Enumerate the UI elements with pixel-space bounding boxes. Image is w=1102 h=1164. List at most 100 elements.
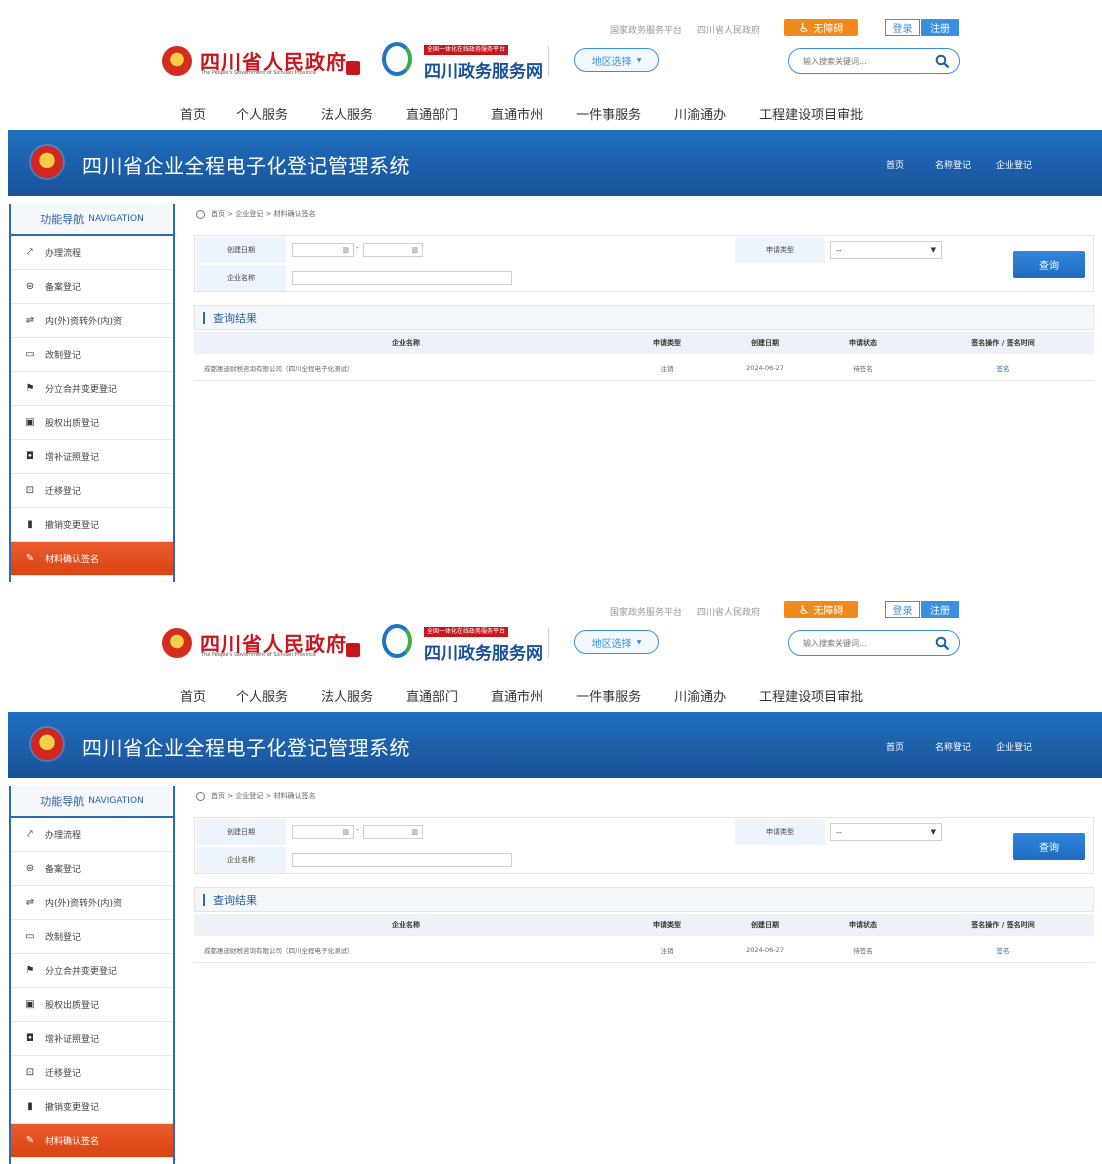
sidebar-item-5[interactable]: ▣ 股权出质登记 [11,406,173,440]
nav-item-departments[interactable]: 直通部门 [406,686,458,705]
sidebar-item-0[interactable]: ⤤ 办理流程 [11,236,173,270]
sidebar-item-3[interactable]: ▭ 改制登记 [11,920,173,954]
sidebar-header: 功能导航 NAVIGATION [11,204,173,236]
breadcrumb-text: 首页 > 企业登记 > 材料确认签名 [211,792,316,800]
nav-item-legal[interactable]: 法人服务 [321,104,373,123]
sidebar-item-7[interactable]: ⊡ 迁移登记 [11,1056,173,1090]
site-search[interactable] [788,48,960,74]
search-icon[interactable] [935,636,949,650]
apply-type-select[interactable]: -- ▼ [830,241,942,259]
nav-item-one-thing[interactable]: 一件事服务 [576,104,641,123]
banner-link-name-registration[interactable]: 名称登记 [935,740,971,753]
nav-item-one-thing[interactable]: 一件事服务 [576,686,641,705]
top-link-national-platform[interactable]: 国家政务服务平台 [610,605,682,618]
date-to-input[interactable]: ▥ [363,243,423,257]
region-select-label: 地区选择 [591,56,632,68]
region-select[interactable]: 地区选择 ▼ [574,630,659,654]
system-title: 四川省企业全程电子化登记管理系统 [82,154,410,178]
nav-item-chuanyu[interactable]: 川渝通办 [674,686,726,705]
banner-link-company-registration[interactable]: 企业登记 [996,158,1032,171]
top-link-province-gov[interactable]: 四川省人民政府 [697,23,760,36]
search-input[interactable] [801,637,925,649]
sidebar-item-label: 撤销变更登记 [45,1103,100,1113]
banner-link-home[interactable]: 首页 [886,740,904,753]
sidebar-item-2[interactable]: ⇌ 内(外)资转外(内)资 [11,304,173,338]
date-separator: - [356,825,359,834]
sidebar-item-1[interactable]: ⊜ 备案登记 [11,270,173,304]
sidebar-item-9[interactable]: ✎ 材料确认签名 [11,542,173,576]
sidebar-item-0[interactable]: ⤤ 办理流程 [11,818,173,852]
region-select[interactable]: 地区选择 ▼ [574,48,659,72]
sidebar-items: ⤤ 办理流程 ⊜ 备案登记 ⇌ 内(外)资转外(内)资 ▭ 改制登记 ⚑ 分立合并变更登记 ▣ 股权出… [11,236,173,576]
banner-link-home[interactable]: 首页 [886,158,904,171]
sidebar-item-9[interactable]: ✎ 材料确认签名 [11,1124,173,1158]
register-button[interactable]: 注册 [921,601,959,618]
col-apply-status: 申请状态 [849,339,877,347]
flag-icon: ⚑ [25,382,35,394]
nav-item-legal[interactable]: 法人服务 [321,686,373,705]
date-from-input[interactable]: ▥ [292,825,354,839]
sidebar-item-4[interactable]: ⚑ 分立合并变更登记 [11,954,173,988]
accessibility-button[interactable]: ♿ 无障碍 [784,601,858,618]
service-title[interactable]: 四川政务服务网 [424,57,543,82]
nav-item-personal[interactable]: 个人服务 [236,104,288,123]
sidebar-item-5[interactable]: ▣ 股权出质登记 [11,988,173,1022]
sidebar-item-4[interactable]: ⚑ 分立合并变更登记 [11,372,173,406]
briefcase-icon: ▣ [25,998,35,1010]
sidebar-item-6[interactable]: ◘ 增补证照登记 [11,440,173,474]
query-button[interactable]: 查询 [1013,833,1085,860]
nav-item-engineering[interactable]: 工程建设项目审批 [759,686,863,705]
row-sign-link[interactable]: 签名 [912,355,1094,380]
system-emblem-icon [31,146,63,178]
calendar-icon[interactable]: ▥ [342,246,349,254]
sidebar-item-7[interactable]: ⊡ 迁移登记 [11,474,173,508]
top-link-province-gov[interactable]: 四川省人民政府 [697,605,760,618]
sidebar-item-3[interactable]: ▭ 改制登记 [11,338,173,372]
banner-link-name-registration[interactable]: 名称登记 [935,158,971,171]
date-to-input[interactable]: ▥ [363,825,423,839]
service-title[interactable]: 四川政务服务网 [424,639,543,664]
calendar-icon[interactable]: ▥ [411,246,418,254]
sidebar-item-label: 分立合并变更登记 [45,385,118,395]
nav-item-personal[interactable]: 个人服务 [236,686,288,705]
company-name-input[interactable] [292,853,512,867]
results-header: 查询结果 [194,887,1094,912]
apply-type-select[interactable]: -- ▼ [830,823,942,841]
sidebar-item-8[interactable]: ▮ 撤销变更登记 [11,1090,173,1124]
nav-item-cities[interactable]: 直通市州 [491,686,543,705]
nav-item-departments[interactable]: 直通部门 [406,104,458,123]
query-button[interactable]: 查询 [1013,251,1085,278]
top-link-national-platform[interactable]: 国家政务服务平台 [610,23,682,36]
login-button[interactable]: 登录 [885,601,920,618]
nav-item-home[interactable]: 首页 [180,104,206,123]
banner-link-company-registration[interactable]: 企业登记 [996,740,1032,753]
calendar-icon[interactable]: ▥ [342,828,349,836]
row-sign-link[interactable]: 签名 [912,937,1094,962]
search-input[interactable] [801,55,925,67]
sidebar: 功能导航 NAVIGATION ⤤ 办理流程 ⊜ 备案登记 ⇌ 内(外)资转外(内)资 ▭ 改… [9,204,175,582]
results-table-head: 企业名称 申请类型 创建日期 申请状态 签名操作 / 签名时间 [194,332,1094,354]
sidebar-item-label: 改制登记 [45,351,82,361]
nav-item-cities[interactable]: 直通市州 [491,104,543,123]
company-name-input[interactable] [292,271,512,285]
search-icon[interactable] [935,54,949,68]
accessibility-button[interactable]: ♿ 无障碍 [784,19,858,36]
date-from-input[interactable]: ▥ [292,243,354,257]
bookmark-icon: ◘ [26,1032,34,1044]
site-search[interactable] [788,630,960,656]
login-button[interactable]: 登录 [885,19,920,36]
header-divider [548,46,549,76]
row-company-name: 成都惠迪财税咨询有限公司（四川全程电子化测试） [204,364,354,373]
nav-item-chuanyu[interactable]: 川渝通办 [674,104,726,123]
register-button[interactable]: 注册 [921,19,959,36]
sidebar-item-6[interactable]: ◘ 增补证照登记 [11,1022,173,1056]
sidebar-item-8[interactable]: ▮ 撤销变更登记 [11,508,173,542]
col-sign-action: 签名操作 / 签名时间 [971,921,1035,929]
nav-item-home[interactable]: 首页 [180,686,206,705]
system-banner: 四川省企业全程电子化登记管理系统 首页 名称登记 企业登记 [8,712,1102,778]
sidebar-item-1[interactable]: ⊜ 备案登记 [11,852,173,886]
calendar-icon[interactable]: ▥ [411,828,418,836]
sidebar-item-2[interactable]: ⇌ 内(外)资转外(内)资 [11,886,173,920]
col-apply-type: 申请类型 [653,921,681,929]
nav-item-engineering[interactable]: 工程建设项目审批 [759,104,863,123]
